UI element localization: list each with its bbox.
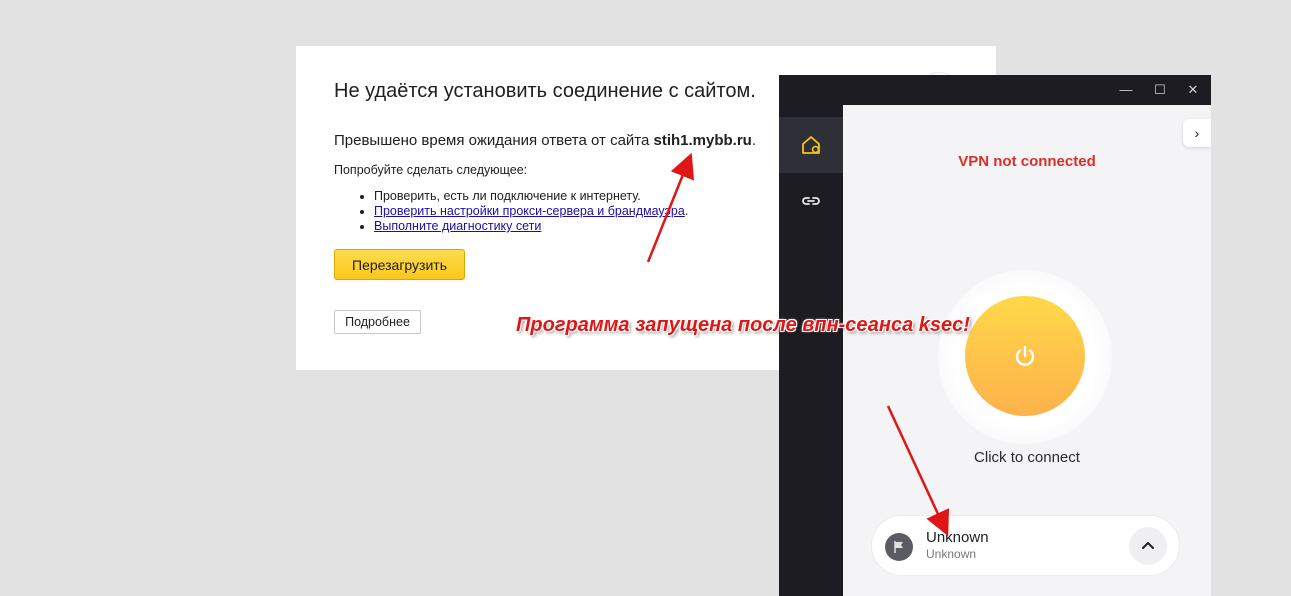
arrow-to-site bbox=[646, 152, 695, 263]
annotation-arrows bbox=[646, 152, 950, 537]
arrow-to-location bbox=[886, 405, 950, 537]
annotation-text: Программа запущена после впн-сеанса ksec… bbox=[516, 314, 970, 336]
